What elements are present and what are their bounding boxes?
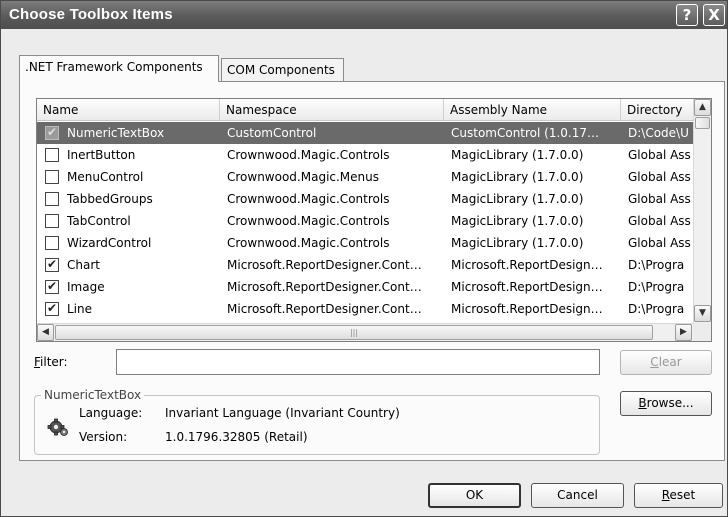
column-header-name[interactable]: Name [37,99,220,121]
row-namespace: Crownwood.Magic.Controls [227,148,390,162]
row-name: MenuControl [67,170,144,184]
components-list[interactable]: Name Namespace Assembly Name Directory ✔… [36,98,712,342]
row-name: WizardControl [67,236,152,250]
scroll-right-button[interactable]: ▶ [675,324,692,341]
row-checkbox[interactable]: ✔ [45,258,59,272]
gear-icon [47,418,68,436]
row-directory: Global Ass [628,170,691,184]
scrollbar-corner [693,323,711,341]
row-namespace: Microsoft.ReportDesigner.Cont… [227,258,422,272]
row-assembly-name: MagicLibrary (1.7.0.0) [451,236,584,250]
group-title: NumericTextBox [41,388,145,402]
checkmark-icon: ✔ [47,280,58,293]
row-assembly-name: Microsoft.ReportDesign… [451,280,603,294]
row-directory: D:\Progra [628,302,685,316]
row-name: Image [67,280,105,294]
vertical-scrollbar[interactable]: ▲ ▼ [693,99,711,323]
checkmark-icon: ✔ [47,302,58,315]
row-namespace: Crownwood.Magic.Menus [227,170,380,184]
row-assembly-name: MagicLibrary (1.7.0.0) [451,214,584,228]
row-assembly-name: MagicLibrary (1.7.0.0) [451,192,584,206]
row-directory: Global Ass [628,192,691,206]
tab-panel: Name Namespace Assembly Name Directory ✔… [19,81,725,461]
row-namespace: Crownwood.Magic.Controls [227,236,390,250]
row-assembly-name: MagicLibrary (1.7.0.0) [451,170,584,184]
row-directory: D:\Progra [628,258,685,272]
vertical-scroll-thumb[interactable] [695,117,710,129]
row-checkbox[interactable]: ✔ [45,302,59,316]
row-assembly-name: Microsoft.ReportDesign… [451,258,603,272]
row-namespace: CustomControl [227,126,317,140]
filter-label: Filter: [34,355,68,369]
list-rows: ✔ NumericTextBox CustomControl CustomContro… [37,122,693,320]
filter-input[interactable] [116,349,600,375]
clear-button[interactable]: Clear [620,350,712,375]
table-row[interactable]: TabControl Crownwood.Magic.Controls MagicL… [37,210,693,232]
table-row[interactable]: ✔ NumericTextBox CustomControl CustomContro… [37,122,693,144]
row-directory: D:\Code\U [628,126,689,140]
row-namespace: Microsoft.ReportDesigner.Cont… [227,302,422,316]
help-button[interactable]: ? [676,4,698,26]
row-directory: D:\Progra [628,280,685,294]
row-name: TabControl [67,214,131,228]
row-assembly-name: MagicLibrary (1.7.0.0) [451,148,584,162]
close-button[interactable]: X [703,4,725,26]
row-assembly-name: Microsoft.ReportDesign… [451,302,603,316]
checkmark-icon: ✔ [47,126,58,139]
version-value: 1.0.1796.32805 (Retail) [165,430,308,444]
scroll-up-button[interactable]: ▲ [694,99,711,116]
row-name: NumericTextBox [67,126,165,140]
row-namespace: Crownwood.Magic.Controls [227,214,390,228]
row-checkbox[interactable] [45,192,59,206]
language-value: Invariant Language (Invariant Country) [165,406,400,420]
table-row[interactable]: TabbedGroups Crownwood.Magic.Controls Magi… [37,188,693,210]
row-namespace: Crownwood.Magic.Controls [227,192,390,206]
checkmark-icon: ✔ [47,258,58,271]
scroll-down-button[interactable]: ▼ [694,305,711,322]
row-directory: Global Ass [628,236,691,250]
row-checkbox[interactable] [45,148,59,162]
row-checkbox[interactable] [45,236,59,250]
tab-com-components[interactable]: COM Components [221,58,344,81]
row-directory: Global Ass [628,148,691,162]
row-directory: Global Ass [628,214,691,228]
column-header-directory[interactable]: Directory [621,99,693,121]
column-header-assembly-name[interactable]: Assembly Name [444,99,621,121]
table-row[interactable]: ✔ Chart Microsoft.ReportDesigner.Cont… Micr… [37,254,693,276]
row-assembly-name: CustomControl (1.0.17… [451,126,600,140]
horizontal-scrollbar[interactable]: ◀ ||| ▶ [37,323,711,341]
reset-button[interactable]: Reset [634,483,723,508]
cancel-button[interactable]: Cancel [531,483,624,508]
row-name: Chart [67,258,100,272]
dialog-title: Choose Toolbox Items [9,6,173,23]
horizontal-scroll-thumb[interactable]: ||| [55,325,653,340]
ok-button[interactable]: OK [428,483,521,508]
language-label: Language: [79,406,143,420]
row-name: InertButton [67,148,136,162]
table-row[interactable]: InertButton Crownwood.Magic.Controls Magic… [37,144,693,166]
table-row[interactable]: MenuControl Crownwood.Magic.Menus MagicLib… [37,166,693,188]
row-name: Line [67,302,93,316]
choose-toolbox-items-dialog: Choose Toolbox Items ? X .NET Framework … [0,0,728,517]
component-details-group: NumericTextBox Language: Invariant Langu… [34,388,600,455]
row-checkbox[interactable] [45,214,59,228]
row-name: TabbedGroups [67,192,153,206]
title-bar[interactable]: Choose Toolbox Items ? X [1,1,727,29]
column-header-namespace[interactable]: Namespace [220,99,444,121]
row-checkbox[interactable] [45,170,59,184]
tab-net-framework-components[interactable]: .NET Framework Components [19,55,219,82]
row-checkbox[interactable]: ✔ [45,280,59,294]
table-row[interactable]: WizardControl Crownwood.Magic.Controls Mag… [37,232,693,254]
table-row[interactable]: ✔ Line Microsoft.ReportDesigner.Cont… Micro… [37,298,693,320]
list-header: Name Namespace Assembly Name Directory [37,99,693,121]
browse-button[interactable]: Browse... [620,391,712,416]
row-namespace: Microsoft.ReportDesigner.Cont… [227,280,422,294]
version-label: Version: [79,430,128,444]
table-row[interactable]: ✔ Image Microsoft.ReportDesigner.Cont… Micr… [37,276,693,298]
scroll-left-button[interactable]: ◀ [37,324,54,341]
row-checkbox[interactable]: ✔ [45,126,59,140]
